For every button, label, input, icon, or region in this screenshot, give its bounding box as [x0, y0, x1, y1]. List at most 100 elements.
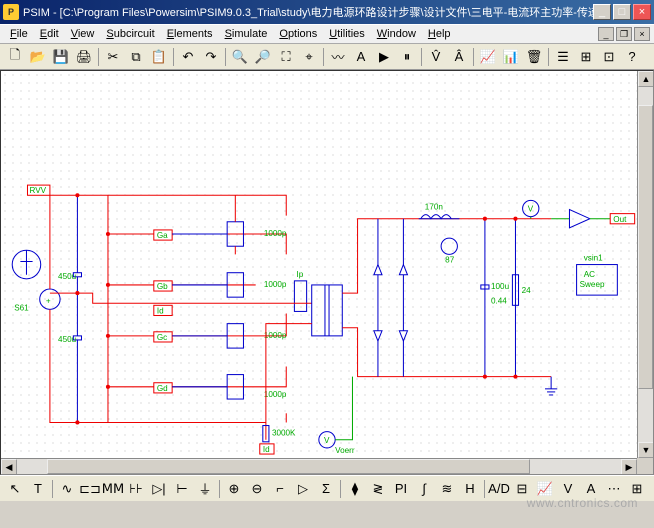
main-toolbar: 🗋 📂 💾 🖨 ✂ ⧉ 📋 ↶ ↷ 🔍 🔎 ⛶ ⌖ 〰 A ▶ ⏸ V̂ Â 📈… [0, 44, 654, 70]
palette-gain-icon[interactable]: ▷ [292, 478, 314, 500]
scroll-down-icon[interactable]: ▼ [638, 442, 654, 458]
pause-icon[interactable]: ⏸ [396, 46, 418, 68]
scroll-left-icon[interactable]: ◀ [1, 459, 17, 475]
v-scrollbar[interactable]: ▲ ▼ [637, 71, 653, 458]
svg-text:3000K: 3000K [272, 429, 296, 438]
new-icon[interactable]: 🗋 [4, 46, 26, 68]
watermark: www.cntronics.com [527, 496, 638, 510]
svg-text:24: 24 [522, 286, 532, 295]
open-icon[interactable]: 📂 [27, 46, 49, 68]
palette-ac-src-icon[interactable]: ⊖ [246, 478, 268, 500]
extra-icon[interactable]: ⊞ [575, 46, 597, 68]
palette-diode-icon[interactable]: ▷| [148, 478, 170, 500]
rectifier [374, 219, 408, 377]
palette-integrator-icon[interactable]: ∫ [413, 478, 435, 500]
palette-inductor-icon[interactable]: ⅯⅯ [102, 478, 124, 500]
paste-icon[interactable]: 📋 [148, 46, 170, 68]
scope-icon[interactable]: 📈 [477, 46, 499, 68]
h-scrollbar[interactable]: ◀ ▶ [1, 458, 637, 474]
palette-dc-src-icon[interactable]: ⊕ [223, 478, 245, 500]
copy-icon[interactable]: ⧉ [125, 46, 147, 68]
palette-text-icon[interactable]: T [27, 478, 49, 500]
garbage-icon[interactable]: 🗑 [523, 46, 545, 68]
svg-text:87: 87 [445, 256, 455, 265]
cap2-value: 450u [58, 335, 76, 344]
cap1-value: 450u [58, 272, 76, 281]
chart-icon[interactable]: 📊 [500, 46, 522, 68]
menu-file[interactable]: File [4, 27, 34, 41]
redo-icon[interactable]: ↷ [200, 46, 222, 68]
palette-tf-icon[interactable]: H [459, 478, 481, 500]
v-scroll-thumb[interactable] [638, 105, 653, 389]
svg-text:Gc: Gc [157, 333, 167, 342]
palette-pi-icon[interactable]: PI [390, 478, 412, 500]
label-icon[interactable]: A [350, 46, 372, 68]
titlebar: P PSIM - [C:\Program Files\Powersim\PSIM… [0, 0, 654, 24]
menu-view[interactable]: View [65, 27, 101, 41]
cut-icon[interactable]: ✂ [102, 46, 124, 68]
wire-icon[interactable]: 〰 [327, 46, 349, 68]
doc-close-button[interactable]: × [634, 27, 650, 41]
menu-utilities[interactable]: Utilities [323, 27, 370, 41]
maximize-button[interactable]: □ [613, 4, 631, 20]
probe-v-icon[interactable]: V̂ [425, 46, 447, 68]
doc-restore-button[interactable]: ❐ [616, 27, 632, 41]
menu-elements[interactable]: Elements [161, 27, 219, 41]
svg-text:Sweep: Sweep [580, 280, 605, 289]
svg-text:Ip: Ip [296, 270, 303, 279]
palette-comparator-icon[interactable]: ≷ [367, 478, 389, 500]
app-icon: P [3, 4, 19, 20]
menu-simulate[interactable]: Simulate [219, 27, 274, 41]
palette-sum-icon[interactable]: Σ [315, 478, 337, 500]
svg-text:Id: Id [263, 445, 270, 454]
palette-capacitor-icon[interactable]: ⊦⊦ [125, 478, 147, 500]
run-icon[interactable]: ▶ [373, 46, 395, 68]
menu-options[interactable]: Options [273, 27, 323, 41]
svg-text:Gd: Gd [157, 384, 168, 393]
doc-minimize-button[interactable]: _ [598, 27, 614, 41]
svg-text:Voerr: Voerr [335, 446, 355, 455]
menu-bar: File Edit View Subcircuit Elements Simul… [0, 24, 654, 44]
switch-ga: Ga [154, 195, 244, 254]
palette-adc-icon[interactable]: A/D [488, 478, 510, 500]
save-icon[interactable]: 💾 [50, 46, 72, 68]
palette-ground-icon[interactable]: ⏚ [194, 478, 216, 500]
extra-icon[interactable]: ☰ [552, 46, 574, 68]
svg-text:170n: 170n [425, 203, 443, 212]
scroll-up-icon[interactable]: ▲ [638, 71, 654, 87]
palette-select-icon[interactable]: ↖ [4, 478, 26, 500]
palette-limit-icon[interactable]: ⧫ [344, 478, 366, 500]
zoom-sel-icon[interactable]: ⌖ [298, 46, 320, 68]
menu-subcircuit[interactable]: Subcircuit [100, 27, 160, 41]
menu-help[interactable]: Help [422, 27, 457, 41]
close-button[interactable]: × [633, 4, 651, 20]
svg-text:V: V [528, 205, 534, 214]
palette-sine-icon[interactable]: ∿ [56, 478, 78, 500]
vin-label: RVV [30, 186, 47, 195]
probe-i-icon[interactable]: Â [448, 46, 470, 68]
svg-text:+: + [46, 296, 51, 305]
zoom-out-icon[interactable]: 🔎 [252, 46, 274, 68]
palette-step-icon[interactable]: ⌐ [269, 478, 291, 500]
print-icon[interactable]: 🖨 [73, 46, 95, 68]
svg-text:V: V [324, 436, 330, 445]
fit-icon[interactable]: ⛶ [275, 46, 297, 68]
palette-mosfet-icon[interactable]: ⊢ [171, 478, 193, 500]
svg-text:1000p: 1000p [264, 331, 287, 340]
extra-icon[interactable]: ⊡ [598, 46, 620, 68]
svg-text:vsin1: vsin1 [584, 253, 603, 262]
menu-edit[interactable]: Edit [34, 27, 65, 41]
svg-text:0.44: 0.44 [491, 296, 507, 305]
undo-icon[interactable]: ↶ [177, 46, 199, 68]
scroll-right-icon[interactable]: ▶ [621, 459, 637, 475]
menu-window[interactable]: Window [371, 27, 422, 41]
h-scroll-thumb[interactable] [47, 459, 530, 474]
palette-filter-icon[interactable]: ≋ [436, 478, 458, 500]
zoom-in-icon[interactable]: 🔍 [229, 46, 251, 68]
svg-text:Id: Id [157, 306, 164, 315]
svg-text:Ga: Ga [157, 231, 168, 240]
minimize-button[interactable]: _ [593, 4, 611, 20]
schematic-canvas[interactable]: S61 + RVV 450u 450u [0, 70, 654, 475]
help-icon[interactable]: ? [621, 46, 643, 68]
palette-resistor-icon[interactable]: ⊏⊐ [79, 478, 101, 500]
